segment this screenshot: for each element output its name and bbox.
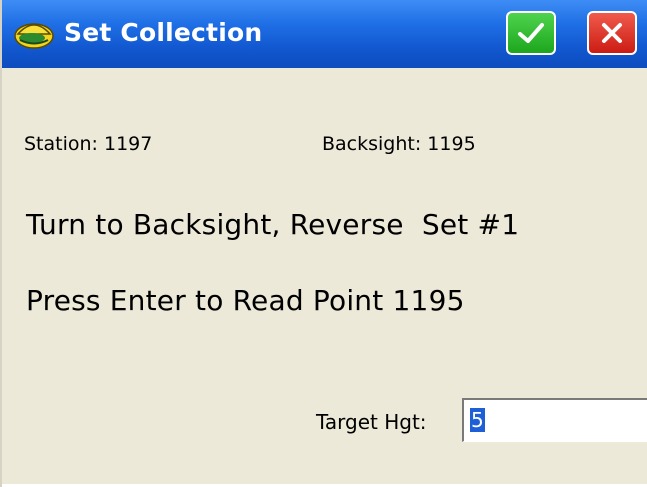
instruction-line-2: Press Enter to Read Point 1195: [26, 284, 465, 317]
close-icon: [602, 23, 622, 43]
set-collection-window: Set Collection Station: 1197 Backsight: …: [0, 0, 647, 487]
window-title: Set Collection: [64, 18, 263, 47]
target-height-input[interactable]: 5: [462, 398, 647, 442]
ok-button[interactable]: [506, 11, 556, 55]
backsight-label: Backsight: 1195: [322, 133, 476, 155]
instruction-line-1: Turn to Backsight, Reverse Set #1: [26, 208, 520, 241]
target-height-value: 5: [470, 408, 485, 432]
title-bar: Set Collection: [2, 0, 647, 68]
target-height-label: Target Hgt:: [316, 410, 427, 434]
surveyor-helmet-icon: [14, 23, 54, 49]
station-label: Station: 1197: [24, 133, 153, 155]
close-button[interactable]: [587, 11, 637, 55]
check-icon: [518, 23, 544, 43]
